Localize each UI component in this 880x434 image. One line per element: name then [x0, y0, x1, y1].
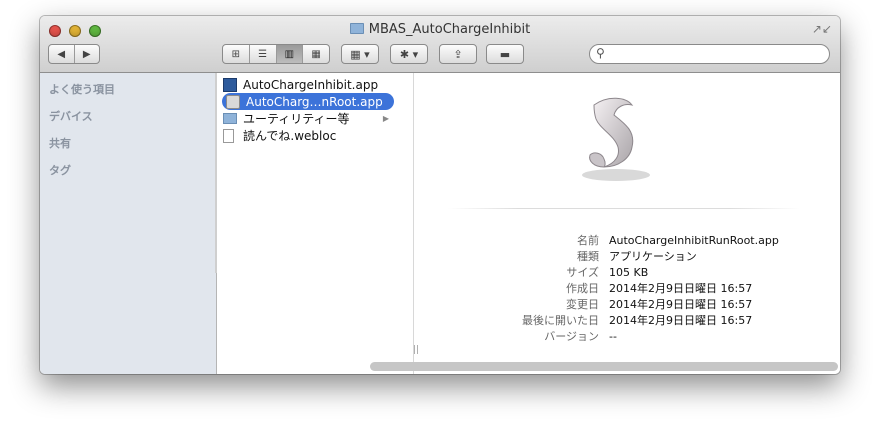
list-item[interactable]: AutoChargeInhibit.app — [223, 76, 395, 93]
info-value: 105 KB — [609, 266, 649, 279]
icon-view-button[interactable]: ⊞ — [223, 45, 250, 63]
list-item-label: ユーティリティー等 — [243, 112, 350, 126]
info-label: 作成日 — [566, 282, 599, 295]
sidebar-section-shared[interactable]: 共有 — [49, 135, 71, 151]
window-title: MBAS_AutoChargeInhibit — [40, 20, 840, 40]
list-item-selected[interactable]: AutoCharg…nRoot.app — [222, 93, 394, 110]
preview-divider — [448, 208, 800, 209]
action-button[interactable]: ✱ ▾ — [390, 44, 428, 64]
info-value: 2014年2月9日日曜日 16:57 — [609, 314, 753, 327]
file-column: AutoChargeInhibit.app AutoCharg…nRoot.ap… — [217, 73, 414, 374]
sidebar-section-favorites[interactable]: よく使う項目 — [49, 81, 115, 97]
info-label: 名前 — [577, 234, 599, 247]
coverflow-view-button[interactable]: ▦ — [303, 45, 329, 63]
search-input[interactable] — [612, 47, 826, 63]
finder-window: MBAS_AutoChargeInhibit ↗↙ ◀ ▶ ⊞ ☰ ▥ ▦ ▦ … — [40, 16, 840, 374]
folder-icon — [223, 113, 237, 124]
column-resize-handle[interactable]: || — [413, 345, 419, 355]
arrange-button[interactable]: ▦ ▾ — [341, 44, 379, 64]
sidebar: よく使う項目 デバイス 共有 タグ — [40, 73, 217, 374]
disclosure-arrow-icon: ▶ — [382, 114, 389, 123]
list-item-label: 読んでね.webloc — [243, 129, 337, 143]
fullscreen-icon[interactable]: ↗↙ — [812, 22, 832, 36]
window-title-text: MBAS_AutoChargeInhibit — [368, 22, 531, 37]
list-view-button[interactable]: ☰ — [250, 45, 277, 63]
search-field[interactable]: ⚲ — [589, 44, 830, 64]
back-forward-control: ◀ ▶ — [48, 44, 100, 64]
forward-button[interactable]: ▶ — [75, 45, 100, 63]
info-value: 2014年2月9日日曜日 16:57 — [609, 282, 753, 295]
list-item-label: AutoChargeInhibit.app — [243, 77, 379, 92]
info-value: AutoChargeInhibitRunRoot.app — [609, 234, 779, 247]
info-value: アプリケーション — [609, 250, 697, 263]
info-value: -- — [609, 330, 617, 343]
applescript-icon — [582, 97, 650, 181]
horizontal-scrollbar[interactable] — [370, 362, 838, 371]
list-item[interactable]: ユーティリティー等 ▶ — [223, 110, 395, 127]
preview-pane: 名前 AutoChargeInhibitRunRoot.app 種類 アプリケー… — [426, 73, 840, 374]
info-label: サイズ — [566, 266, 599, 279]
app-icon — [223, 77, 237, 92]
info-label: 種類 — [577, 250, 599, 263]
folder-icon — [349, 23, 364, 34]
tag-button[interactable]: ▬ — [486, 44, 524, 64]
sidebar-section-devices[interactable]: デバイス — [49, 108, 93, 124]
info-label: バージョン — [544, 330, 599, 343]
view-mode-control: ⊞ ☰ ▥ ▦ — [222, 44, 330, 64]
info-label: 最後に開いた日 — [522, 314, 599, 327]
info-label: 変更日 — [566, 298, 599, 311]
script-app-icon — [226, 94, 240, 109]
share-button[interactable]: ⇪ — [439, 44, 477, 64]
info-value: 2014年2月9日日曜日 16:57 — [609, 298, 753, 311]
sidebar-section-tags[interactable]: タグ — [49, 162, 71, 178]
document-icon — [223, 128, 234, 143]
search-icon: ⚲ — [596, 46, 605, 60]
title-bar[interactable]: MBAS_AutoChargeInhibit ↗↙ ◀ ▶ ⊞ ☰ ▥ ▦ ▦ … — [40, 16, 840, 73]
list-item-label: AutoCharg…nRoot.app — [246, 94, 383, 109]
column-view-button[interactable]: ▥ — [276, 45, 304, 63]
back-button[interactable]: ◀ — [49, 45, 75, 63]
list-item[interactable]: 読んでね.webloc — [223, 127, 395, 144]
